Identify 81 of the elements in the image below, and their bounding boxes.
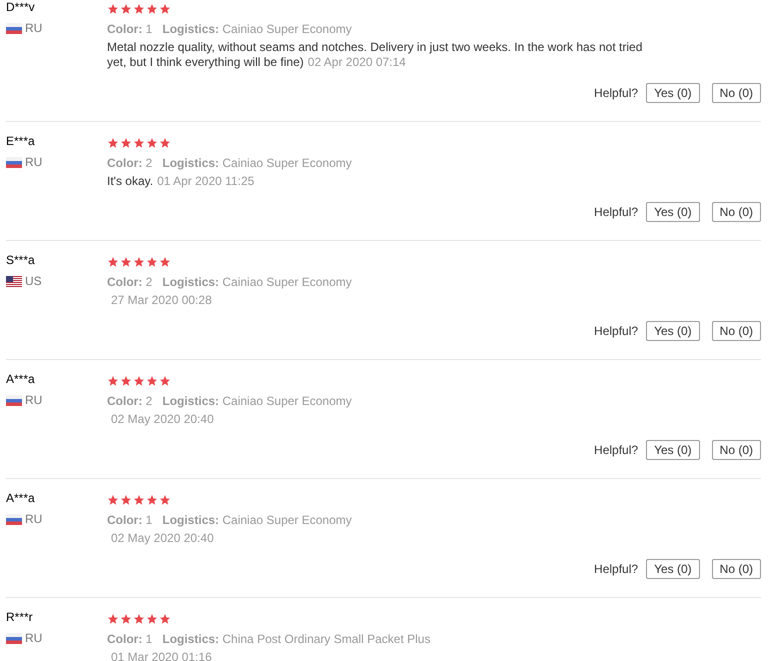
yes-button[interactable]: Yes (0) [646, 559, 700, 579]
country-code: RU [25, 21, 42, 35]
country-code: RU [25, 631, 42, 645]
star-icon [120, 3, 132, 15]
star-icon [159, 375, 171, 387]
star-icon [107, 494, 119, 506]
star-icon [146, 256, 158, 268]
star-icon [133, 256, 145, 268]
logistics-attribute: Logistics: Cainiao Super Economy [162, 155, 352, 171]
no-button[interactable]: No (0) [712, 202, 761, 222]
review-text: Metal nozzle quality, without seams and notches. Delivery in just two weeks. In the work has not tried yet, but I think everything will be fine) 02 Apr 2020 07:14 [107, 40, 644, 70]
helpful-label: Helpful? [594, 561, 638, 578]
star-icon [159, 3, 171, 15]
reviewer-name: E***a [6, 134, 36, 148]
review-text: 02 May 2020 20:40 [110, 412, 215, 427]
no-button[interactable]: No (0) [712, 83, 761, 103]
country-code: RU [25, 512, 42, 526]
logistics-attribute: Logistics: Cainiao Super Economy [162, 274, 352, 290]
reviewer-name: A***a [6, 491, 36, 505]
helpful-label: Helpful? [594, 204, 638, 221]
logistics-attribute: Logistics: Cainiao Super Economy [162, 512, 352, 528]
star-icon [133, 494, 145, 506]
reviewer-name: R***r [6, 610, 34, 624]
review-text: It's okay. 01 Apr 2020 11:25 [107, 174, 256, 189]
star-icon [107, 256, 119, 268]
star-icon [120, 137, 132, 149]
country-code: RU [25, 393, 42, 407]
star-icon [107, 375, 119, 387]
star-icon [146, 613, 158, 625]
star-icon [146, 3, 158, 15]
yes-button[interactable]: Yes (0) [646, 202, 700, 222]
color-attribute: Color: 2 [107, 274, 152, 290]
yes-button[interactable]: Yes (0) [646, 83, 700, 103]
yes-button[interactable]: Yes (0) [646, 440, 700, 460]
flag-icon [6, 276, 22, 286]
color-attribute: Color: 1 [107, 21, 152, 37]
star-icon [107, 613, 119, 625]
no-button[interactable]: No (0) [712, 559, 761, 579]
star-icon [107, 137, 119, 149]
star-icon [133, 613, 145, 625]
star-icon [120, 256, 132, 268]
star-icon [133, 375, 145, 387]
color-attribute: Color: 1 [107, 631, 152, 647]
helpful-label: Helpful? [594, 323, 638, 340]
yes-button[interactable]: Yes (0) [646, 321, 700, 341]
logistics-attribute: Logistics: Cainiao Super Economy [162, 21, 352, 37]
reviewer-name: S***a [6, 253, 36, 267]
helpful-label: Helpful? [594, 85, 638, 102]
review-text: 01 Mar 2020 01:16 [110, 650, 213, 661]
star-icon [159, 137, 171, 149]
star-icon [159, 494, 171, 506]
star-icon [133, 137, 145, 149]
review-text: 27 Mar 2020 00:28 [110, 293, 213, 308]
flag-icon [6, 514, 22, 524]
logistics-attribute: Logistics: China Post Ordinary Small Packet Plus [162, 631, 430, 647]
flag-icon [6, 632, 22, 644]
color-attribute: Color: 2 [107, 393, 152, 409]
helpful-label: Helpful? [594, 442, 638, 459]
reviewer-name: D***v [6, 0, 36, 14]
star-icon [107, 3, 119, 15]
country-code: US [25, 274, 42, 288]
logistics-attribute: Logistics: Cainiao Super Economy [162, 393, 352, 409]
flag-icon [6, 156, 22, 168]
country-code: RU [25, 155, 42, 169]
star-icon [146, 494, 158, 506]
no-button[interactable]: No (0) [712, 321, 761, 341]
no-button[interactable]: No (0) [712, 440, 761, 460]
flag-icon [6, 394, 22, 406]
star-icon [133, 3, 145, 15]
star-icon [159, 613, 171, 625]
flag-icon [6, 22, 22, 34]
star-icon [120, 375, 132, 387]
reviewer-name: A***a [6, 372, 36, 386]
review-text: 02 May 2020 20:40 [110, 531, 215, 546]
color-attribute: Color: 1 [107, 512, 152, 528]
star-icon [120, 494, 132, 506]
star-icon [120, 613, 132, 625]
star-icon [146, 375, 158, 387]
star-icon [146, 137, 158, 149]
color-attribute: Color: 2 [107, 155, 152, 171]
star-icon [159, 256, 171, 268]
